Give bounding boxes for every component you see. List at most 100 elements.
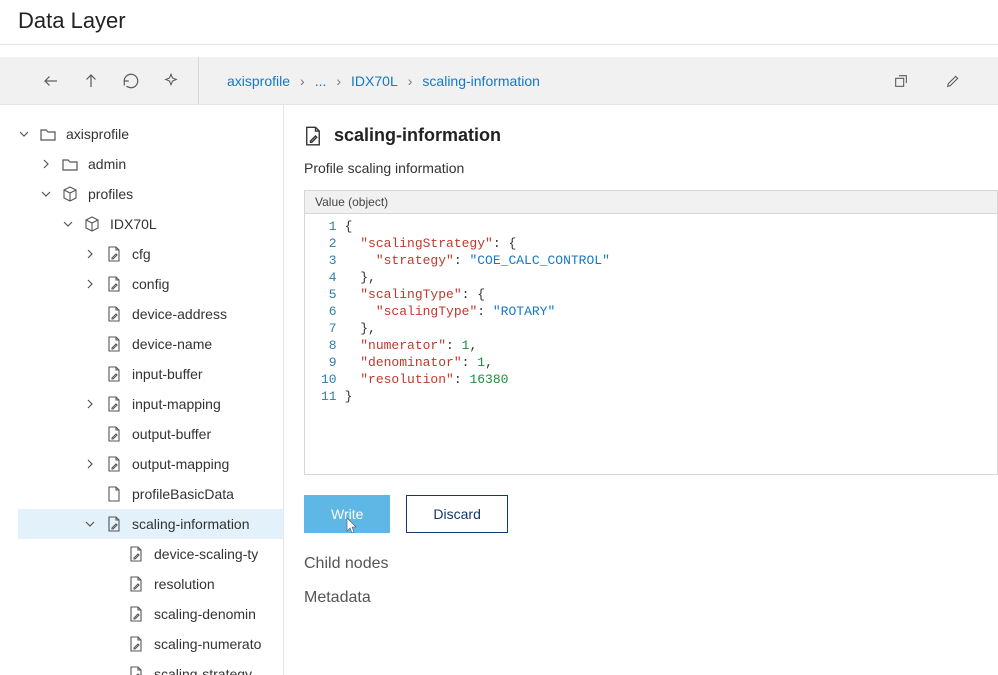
breadcrumb-item-axisprofile[interactable]: axisprofile	[227, 73, 290, 89]
tree-node-scaling-denominator[interactable]: scaling-denomin	[18, 599, 283, 629]
tree-label: output-mapping	[132, 456, 229, 472]
doc-pencil-icon	[106, 456, 122, 472]
doc-pencil-icon	[106, 426, 122, 442]
chevron-down-icon[interactable]	[84, 518, 96, 530]
cube-icon	[62, 186, 78, 202]
tree-node-output-buffer[interactable]: output-buffer	[18, 419, 283, 449]
tree-label: profiles	[88, 186, 133, 202]
doc-pencil-icon	[106, 516, 122, 532]
tree-node-profile-basic-data[interactable]: profileBasicData	[18, 479, 283, 509]
breadcrumb: axisprofile › ... › IDX70L › scaling-inf…	[199, 73, 892, 89]
chevron-down-icon[interactable]	[40, 188, 52, 200]
content-subheading: Profile scaling information	[304, 160, 998, 176]
tree-label: admin	[88, 156, 126, 172]
write-button[interactable]: Write	[304, 495, 390, 533]
content-pane: scaling-information Profile scaling info…	[284, 105, 998, 675]
breadcrumb-sep: ›	[336, 73, 341, 89]
cube-icon	[84, 216, 100, 232]
doc-pencil-icon	[128, 666, 144, 675]
breadcrumb-sep: ›	[408, 73, 413, 89]
tree-node-scaling-information[interactable]: scaling-information	[18, 509, 283, 539]
doc-pencil-icon	[106, 366, 122, 382]
tree-node-scaling-numerator[interactable]: scaling-numerato	[18, 629, 283, 659]
tree-node-input-mapping[interactable]: input-mapping	[18, 389, 283, 419]
discard-button-label: Discard	[433, 506, 480, 522]
tree-node-output-mapping[interactable]: output-mapping	[18, 449, 283, 479]
refresh-icon[interactable]	[122, 72, 140, 90]
tree-node-device-address[interactable]: device-address	[18, 299, 283, 329]
chevron-right-icon[interactable]	[84, 458, 96, 470]
tree-label: device-scaling-ty	[154, 546, 258, 562]
breadcrumb-item-scaling-information[interactable]: scaling-information	[422, 73, 540, 89]
chevron-right-icon[interactable]	[84, 278, 96, 290]
tree-node-config[interactable]: config	[18, 269, 283, 299]
up-icon[interactable]	[82, 72, 100, 90]
doc-pencil-icon	[128, 636, 144, 652]
back-icon[interactable]	[42, 72, 60, 90]
main: axisprofile admin profiles IDX70L cfg co	[0, 105, 998, 675]
tree-node-profiles[interactable]: profiles	[18, 179, 283, 209]
doc-pencil-icon	[106, 306, 122, 322]
discard-button[interactable]: Discard	[406, 495, 507, 533]
doc-icon	[106, 486, 122, 502]
breadcrumb-item-idx70l[interactable]: IDX70L	[351, 73, 398, 89]
cursor-icon	[343, 517, 359, 538]
action-row: Write Discard	[304, 495, 998, 533]
doc-pencil-icon	[128, 546, 144, 562]
chevron-right-icon[interactable]	[84, 248, 96, 260]
doc-pencil-icon	[128, 606, 144, 622]
tree-label: device-name	[132, 336, 212, 352]
tree-label: IDX70L	[110, 216, 157, 232]
tree-label: config	[132, 276, 169, 292]
tree-label: scaling-denomin	[154, 606, 256, 622]
tree-node-cfg[interactable]: cfg	[18, 239, 283, 269]
tree-label: cfg	[132, 246, 151, 262]
tree-label: axisprofile	[66, 126, 129, 142]
tree-label: output-buffer	[132, 426, 211, 442]
metadata-section[interactable]: Metadata	[304, 589, 998, 607]
tree-node-resolution[interactable]: resolution	[18, 569, 283, 599]
code-area[interactable]: 1234567891011 { "scalingStrategy": { "st…	[305, 214, 997, 474]
doc-pencil-icon	[106, 396, 122, 412]
popout-icon[interactable]	[892, 72, 910, 90]
code-lines[interactable]: { "scalingStrategy": { "strategy": "COE_…	[345, 218, 622, 470]
json-editor[interactable]: Value (object) 1234567891011 { "scalingS…	[304, 190, 998, 475]
chevron-down-icon[interactable]	[18, 128, 30, 140]
breadcrumb-actions	[892, 72, 998, 90]
folder-icon	[62, 156, 78, 172]
child-nodes-section[interactable]: Child nodes	[304, 555, 998, 573]
doc-pencil-icon	[106, 336, 122, 352]
tree-label: scaling-strategy	[154, 666, 252, 675]
tree-node-input-buffer[interactable]: input-buffer	[18, 359, 283, 389]
tree-node-device-scaling-type[interactable]: device-scaling-ty	[18, 539, 283, 569]
tree-label: resolution	[154, 576, 215, 592]
editor-tab-label: Value (object)	[305, 191, 997, 214]
tree-node-scaling-strategy[interactable]: scaling-strategy	[18, 659, 283, 675]
chevron-down-icon[interactable]	[62, 218, 74, 230]
tree-node-device-name[interactable]: device-name	[18, 329, 283, 359]
tree-label: profileBasicData	[132, 486, 234, 502]
chevron-right-icon[interactable]	[84, 398, 96, 410]
line-gutter: 1234567891011	[305, 218, 345, 470]
tree-node-axisprofile[interactable]: axisprofile	[18, 119, 283, 149]
page-title: Data Layer	[0, 0, 998, 45]
doc-pencil-icon	[106, 276, 122, 292]
tree-node-admin[interactable]: admin	[18, 149, 283, 179]
breadcrumb-item-ellipsis[interactable]: ...	[315, 73, 327, 89]
tree-label: scaling-numerato	[154, 636, 261, 652]
tree-label: device-address	[132, 306, 227, 322]
tree-label: input-buffer	[132, 366, 203, 382]
pencil-icon[interactable]	[944, 72, 962, 90]
chevron-right-icon[interactable]	[40, 158, 52, 170]
content-heading: scaling-information	[334, 125, 501, 146]
tree-label: scaling-information	[132, 516, 250, 532]
doc-pencil-icon	[128, 576, 144, 592]
doc-pencil-icon	[304, 126, 322, 146]
toolbar-left	[0, 57, 199, 104]
tree-node-idx70l[interactable]: IDX70L	[18, 209, 283, 239]
breadcrumb-sep: ›	[300, 73, 305, 89]
toolbar: axisprofile › ... › IDX70L › scaling-inf…	[0, 57, 998, 105]
sparkle-icon[interactable]	[162, 72, 180, 90]
folder-icon	[40, 126, 56, 142]
content-header: scaling-information	[304, 125, 998, 146]
